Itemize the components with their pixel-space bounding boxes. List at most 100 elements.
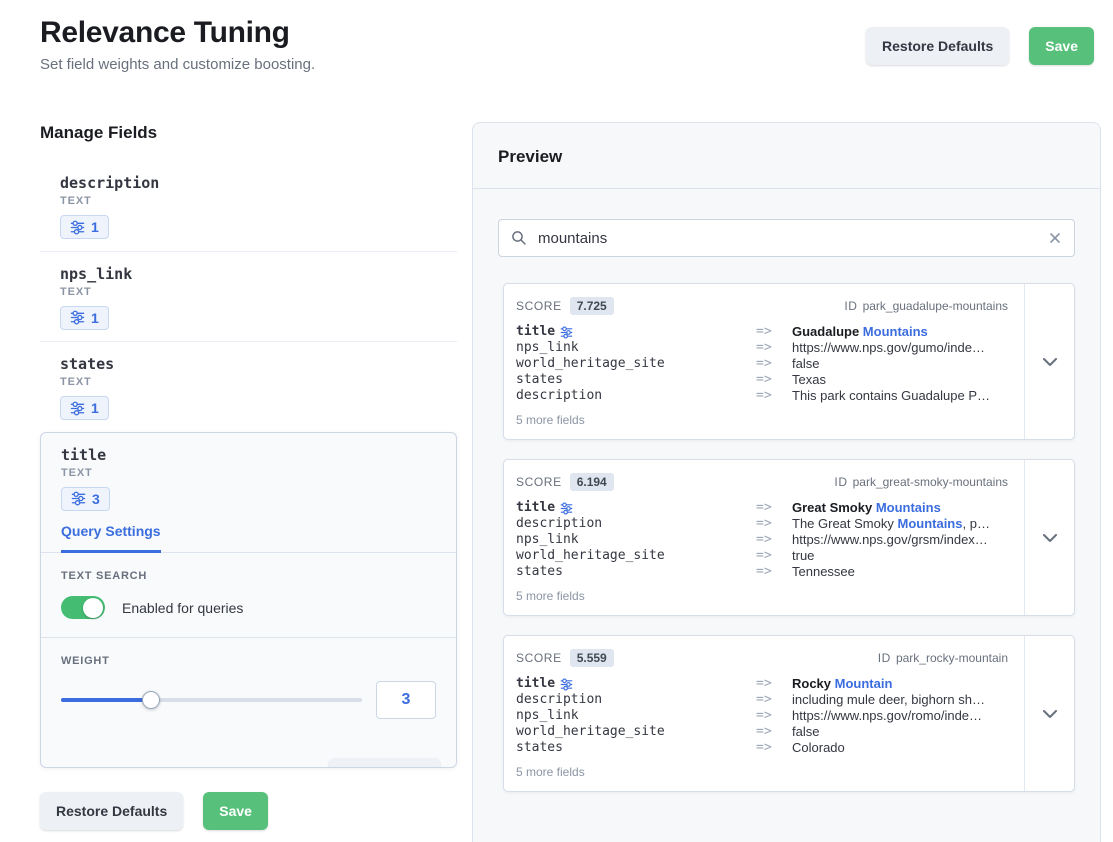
result-field-value: Texas bbox=[792, 372, 1008, 388]
field-name-text: title bbox=[516, 676, 555, 692]
field-type-label: TEXT bbox=[60, 286, 437, 298]
search-input[interactable] bbox=[538, 230, 1048, 247]
page-title: Relevance Tuning bbox=[40, 16, 315, 50]
save-button[interactable]: Save bbox=[1029, 27, 1094, 65]
field-name-text: nps_link bbox=[516, 340, 579, 356]
tab-query-settings[interactable]: Query Settings bbox=[61, 523, 161, 553]
weight-slider[interactable] bbox=[61, 681, 362, 719]
result-field-value: https://www.nps.gov/gumo/inde… bbox=[792, 340, 1008, 356]
id-label: ID bbox=[844, 299, 857, 313]
result-field-value: This park contains Guadalupe P… bbox=[792, 388, 1008, 404]
result-header: SCORE7.725IDpark_guadalupe-mountains bbox=[516, 297, 1008, 315]
highlighted-term: Mountain bbox=[835, 676, 893, 691]
field-arrow: => bbox=[756, 708, 792, 724]
field-arrow: => bbox=[756, 724, 792, 740]
relevance-tuning-page: Relevance Tuning Set field weights and c… bbox=[0, 0, 1113, 842]
result-card: SCORE6.194IDpark_great-smoky-mountainsti… bbox=[503, 459, 1075, 616]
field-name-text: states bbox=[516, 740, 563, 756]
result-field-name: states bbox=[516, 564, 756, 580]
score-label: SCORE bbox=[516, 475, 562, 489]
field-row-nps-link[interactable]: nps_link TEXT 1 bbox=[40, 252, 457, 343]
expand-result-button[interactable] bbox=[1024, 284, 1074, 439]
value-text: false bbox=[792, 724, 819, 739]
result-field-value: Rocky Mountain bbox=[792, 676, 1008, 692]
result-field-value: false bbox=[792, 724, 1008, 740]
field-row-description[interactable]: description TEXT 1 bbox=[40, 161, 457, 252]
field-row-title[interactable]: title TEXT 3 bbox=[41, 433, 456, 512]
result-field-name: description bbox=[516, 516, 756, 532]
field-name-text: world_heritage_site bbox=[516, 356, 665, 372]
field-arrow: => bbox=[756, 356, 792, 372]
value-text: false bbox=[792, 356, 819, 371]
result-field-row: description=>This park contains Guadalup… bbox=[516, 388, 1008, 404]
result-field-name: nps_link bbox=[516, 708, 756, 724]
result-field-row: nps_link=>https://www.nps.gov/grsm/index… bbox=[516, 532, 1008, 548]
result-field-value: Tennessee bbox=[792, 564, 1008, 580]
partially-visible-button[interactable] bbox=[329, 758, 440, 768]
text-search-toggle[interactable] bbox=[61, 596, 105, 619]
field-arrow: => bbox=[756, 532, 792, 548]
result-field-row: world_heritage_site =>false bbox=[516, 356, 1008, 372]
result-field-row: states=>Tennessee bbox=[516, 564, 1008, 580]
value-text: , p… bbox=[962, 516, 989, 531]
field-weight-badge: 3 bbox=[61, 487, 110, 511]
result-field-value: The Great Smoky Mountains, p… bbox=[792, 516, 1008, 532]
result-fields: title=>Guadalupe Mountainsnps_link =>http… bbox=[516, 324, 1008, 404]
result-field-row: nps_link =>https://www.nps.gov/romo/inde… bbox=[516, 708, 1008, 724]
field-arrow: => bbox=[756, 740, 792, 756]
preview-search-wrap bbox=[473, 189, 1100, 283]
field-weight-value: 1 bbox=[91, 400, 99, 416]
value-text: including mule deer, bighorn sh… bbox=[792, 692, 985, 707]
field-weight-value: 3 bbox=[92, 491, 100, 507]
result-field-row: title=>Guadalupe Mountains bbox=[516, 324, 1008, 340]
result-field-value: https://www.nps.gov/romo/inde… bbox=[792, 708, 1008, 724]
result-field-row: states=>Texas bbox=[516, 372, 1008, 388]
result-field-name: world_heritage_site bbox=[516, 724, 756, 740]
field-name: description bbox=[60, 174, 437, 192]
value-text: Colorado bbox=[792, 740, 845, 755]
field-row-states[interactable]: states TEXT 1 bbox=[40, 342, 457, 432]
result-field-name: title bbox=[516, 324, 756, 340]
field-type-label: TEXT bbox=[61, 467, 436, 479]
highlighted-term: Mountains bbox=[897, 516, 962, 531]
result-field-name: world_heritage_site bbox=[516, 548, 756, 564]
field-name-text: title bbox=[516, 500, 555, 516]
sliders-icon bbox=[560, 678, 573, 691]
field-arrow: => bbox=[756, 548, 792, 564]
highlighted-term: Mountains bbox=[863, 324, 928, 339]
result-field-row: description=>The Great Smoky Mountains, … bbox=[516, 516, 1008, 532]
save-button-footer[interactable]: Save bbox=[203, 792, 268, 830]
field-arrow: => bbox=[756, 564, 792, 580]
text-search-toggle-row: Enabled for queries bbox=[61, 596, 436, 619]
clear-search-icon[interactable] bbox=[1048, 231, 1062, 245]
result-field-name: nps_link bbox=[516, 340, 756, 356]
field-name-text: description bbox=[516, 516, 602, 532]
field-name: title bbox=[61, 446, 436, 464]
slider-fill bbox=[61, 698, 151, 702]
id-label: ID bbox=[878, 651, 891, 665]
chevron-down-icon bbox=[1043, 358, 1057, 366]
restore-defaults-button[interactable]: Restore Defaults bbox=[866, 27, 1009, 65]
expand-result-button[interactable] bbox=[1024, 636, 1074, 791]
result-card-body: SCORE6.194IDpark_great-smoky-mountainsti… bbox=[504, 460, 1024, 615]
result-field-value: Colorado bbox=[792, 740, 1008, 756]
sliders-icon bbox=[560, 326, 573, 339]
result-field-row: title=>Rocky Mountain bbox=[516, 676, 1008, 692]
weight-slider-handle[interactable] bbox=[142, 691, 160, 709]
result-field-name: world_heritage_site bbox=[516, 356, 756, 372]
more-fields-label: 5 more fields bbox=[516, 413, 1008, 427]
result-field-name: states bbox=[516, 740, 756, 756]
field-name-text: nps_link bbox=[516, 708, 579, 724]
restore-defaults-button-footer[interactable]: Restore Defaults bbox=[40, 792, 183, 830]
expand-result-button[interactable] bbox=[1024, 460, 1074, 615]
field-name-text: world_heritage_site bbox=[516, 548, 665, 564]
value-text: This park contains Guadalupe P… bbox=[792, 388, 990, 403]
result-fields: title=>Rocky Mountaindescription=>includ… bbox=[516, 676, 1008, 756]
field-panel-tabs: Query Settings bbox=[41, 523, 456, 553]
result-card: SCORE5.559IDpark_rocky-mountaintitle=>Ro… bbox=[503, 635, 1075, 792]
value-text: Texas bbox=[792, 372, 826, 387]
field-name-text: nps_link bbox=[516, 532, 579, 548]
weight-value-input[interactable]: 3 bbox=[376, 681, 436, 719]
chevron-down-icon bbox=[1043, 534, 1057, 542]
value-text: The Great Smoky bbox=[792, 516, 897, 531]
